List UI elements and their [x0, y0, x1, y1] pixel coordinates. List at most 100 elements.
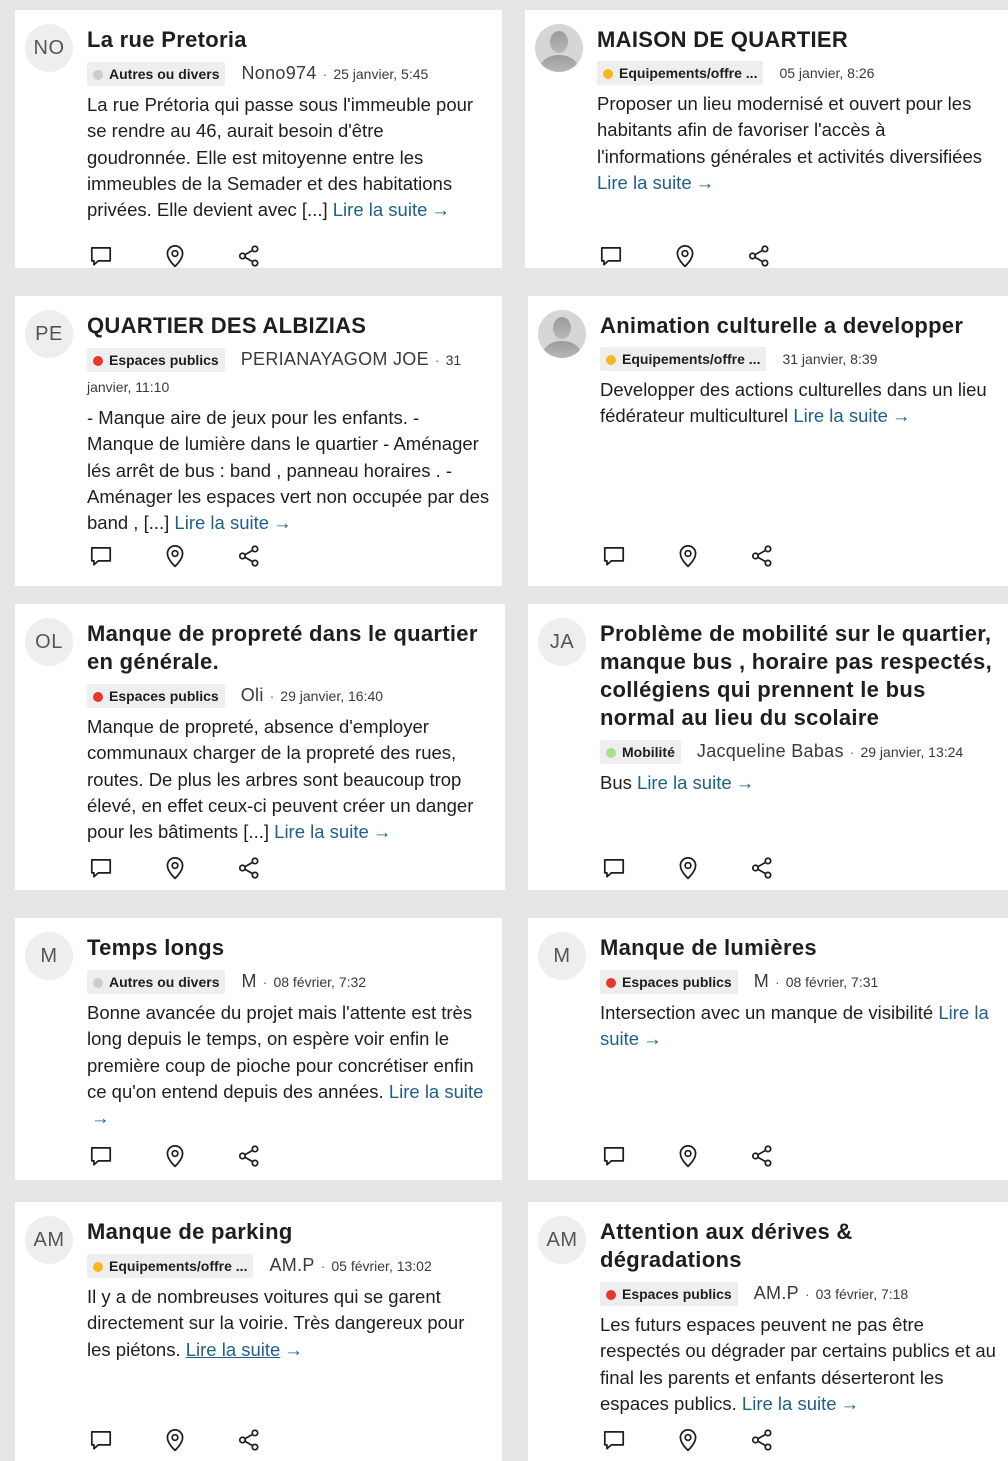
proposal-title[interactable]: Manque de parking [87, 1218, 490, 1246]
user-silhouette-icon [538, 310, 586, 358]
location-pin-icon [162, 543, 188, 569]
comment-button[interactable] [87, 1426, 115, 1454]
card-actions [87, 854, 309, 882]
proposal-meta: Autres ou divers Nono974 · 25 janvier, 5:45 [87, 60, 490, 88]
read-more-link[interactable]: Lire la suite→ [333, 199, 450, 220]
meta-separator: · [322, 66, 328, 82]
share-button[interactable] [235, 542, 263, 570]
proposal-card[interactable]: NO La rue Pretoria Autres ou divers Nono974… [15, 10, 502, 268]
description-text: Intersection avec un manque de visibilit… [600, 1002, 934, 1023]
proposal-card[interactable]: M Manque de lumières Espaces publics M · 08 f… [528, 918, 1008, 1180]
read-more-link[interactable]: Lire la suite→ [742, 1393, 859, 1414]
meta-separator: · [269, 688, 275, 704]
proposals-feed: NO La rue Pretoria Autres ou divers Nono974… [0, 0, 1008, 1461]
comment-button[interactable] [87, 242, 115, 268]
share-button[interactable] [235, 242, 263, 268]
category-dot-icon [93, 356, 103, 366]
category-label: Espaces publics [622, 1286, 732, 1302]
category-label: Equipements/offre ... [109, 1258, 248, 1274]
proposal-title[interactable]: Problème de mobilité sur le quartier, ma… [600, 620, 996, 732]
proposal-card[interactable]: M Temps longs Autres ou divers M · 08 février… [15, 918, 502, 1180]
proposal-title[interactable]: Manque de lumières [600, 934, 996, 962]
read-more-link[interactable]: Lire la suite→ [637, 772, 754, 793]
location-button[interactable] [161, 1426, 189, 1454]
comment-button[interactable] [597, 242, 625, 268]
arrow-right-icon: → [891, 405, 911, 427]
category-badge: Espaces publics [87, 348, 225, 372]
proposal-title[interactable]: Animation culturelle a developper [600, 312, 996, 340]
share-icon [749, 1143, 775, 1169]
share-button[interactable] [748, 542, 776, 570]
proposal-card[interactable]: OL Manque de propreté dans le quartier en… [15, 604, 505, 890]
read-more-link[interactable]: Lire la suite→ [186, 1339, 303, 1360]
category-dot-icon [606, 355, 616, 365]
share-button[interactable] [235, 1426, 263, 1454]
proposal-title[interactable]: Manque de propreté dans le quartier en g… [87, 620, 493, 676]
share-button[interactable] [748, 1142, 776, 1170]
category-dot-icon [93, 978, 103, 988]
meta-separator: · [262, 974, 268, 990]
read-more-link[interactable]: Lire la suite→ [793, 405, 910, 426]
location-button[interactable] [674, 1142, 702, 1170]
comment-icon [598, 243, 624, 268]
card-actions [600, 1142, 822, 1170]
proposal-card[interactable]: AM Attention aux dérives & dégradations Es… [528, 1202, 1008, 1461]
read-more-link[interactable]: Lire la suite→ [597, 172, 714, 193]
proposal-card[interactable]: MAISON DE QUARTIER Equipements/offre ... 0… [525, 10, 1008, 268]
location-button[interactable] [674, 1426, 702, 1454]
proposal-meta: Equipements/offre ... AM.P · 05 février, 13… [87, 1252, 490, 1280]
proposal-title[interactable]: MAISON DE QUARTIER [597, 26, 996, 54]
comment-icon [601, 855, 627, 881]
read-more-link[interactable]: Lire la suite→ [274, 821, 391, 842]
proposal-date: 03 février, 7:18 [815, 1286, 909, 1302]
share-button[interactable] [235, 854, 263, 882]
location-button[interactable] [671, 242, 699, 268]
share-button[interactable] [235, 1142, 263, 1170]
comment-button[interactable] [87, 854, 115, 882]
card-actions [600, 854, 822, 882]
category-label: Espaces publics [109, 688, 219, 704]
comment-icon [601, 1143, 627, 1169]
comment-button[interactable] [600, 542, 628, 570]
proposal-card[interactable]: AM Manque de parking Equipements/offre ...… [15, 1202, 502, 1461]
proposal-meta: Equipements/offre ... 05 janvier, 8:26 [597, 60, 996, 87]
location-button[interactable] [161, 542, 189, 570]
share-button[interactable] [748, 854, 776, 882]
avatar: AM [25, 1216, 73, 1264]
proposal-card[interactable]: PE QUARTIER DES ALBIZIAS Espaces publics PE… [15, 296, 502, 586]
proposal-title[interactable]: QUARTIER DES ALBIZIAS [87, 312, 490, 340]
arrow-right-icon: → [695, 171, 715, 193]
arrow-right-icon: → [372, 821, 392, 843]
category-label: Mobilité [622, 744, 675, 760]
comment-button[interactable] [87, 1142, 115, 1170]
proposal-title[interactable]: Attention aux dérives & dégradations [600, 1218, 996, 1274]
proposal-card[interactable]: JA Problème de mobilité sur le quartier, … [528, 604, 1008, 890]
location-button[interactable] [674, 854, 702, 882]
comment-button[interactable] [600, 854, 628, 882]
share-icon [236, 543, 262, 569]
share-button[interactable] [745, 242, 773, 268]
location-button[interactable] [161, 854, 189, 882]
comment-icon [88, 1427, 114, 1453]
comment-button[interactable] [600, 1426, 628, 1454]
location-button[interactable] [674, 542, 702, 570]
proposal-title[interactable]: Temps longs [87, 934, 490, 962]
avatar: OL [25, 618, 73, 666]
location-pin-icon [162, 1143, 188, 1169]
read-more-link[interactable]: Lire la suite→ [174, 512, 291, 533]
proposal-title[interactable]: La rue Pretoria [87, 26, 490, 54]
category-dot-icon [606, 1290, 616, 1300]
author-name: M [241, 971, 257, 991]
comment-button[interactable] [87, 542, 115, 570]
comment-button[interactable] [600, 1142, 628, 1170]
read-more-label: Lire la suite [637, 772, 732, 793]
share-button[interactable] [748, 1426, 776, 1454]
location-button[interactable] [161, 242, 189, 268]
read-more-label: Lire la suite [332, 199, 428, 221]
proposal-description: Bonne avancée du projet mais l'attente e… [87, 1000, 490, 1131]
proposal-meta: Espaces publics M · 08 février, 7:31 [600, 968, 996, 996]
location-button[interactable] [161, 1142, 189, 1170]
category-dot-icon [93, 1262, 103, 1272]
proposal-card[interactable]: Animation culturelle a developper Equipem… [528, 296, 1008, 586]
category-dot-icon [93, 70, 103, 80]
